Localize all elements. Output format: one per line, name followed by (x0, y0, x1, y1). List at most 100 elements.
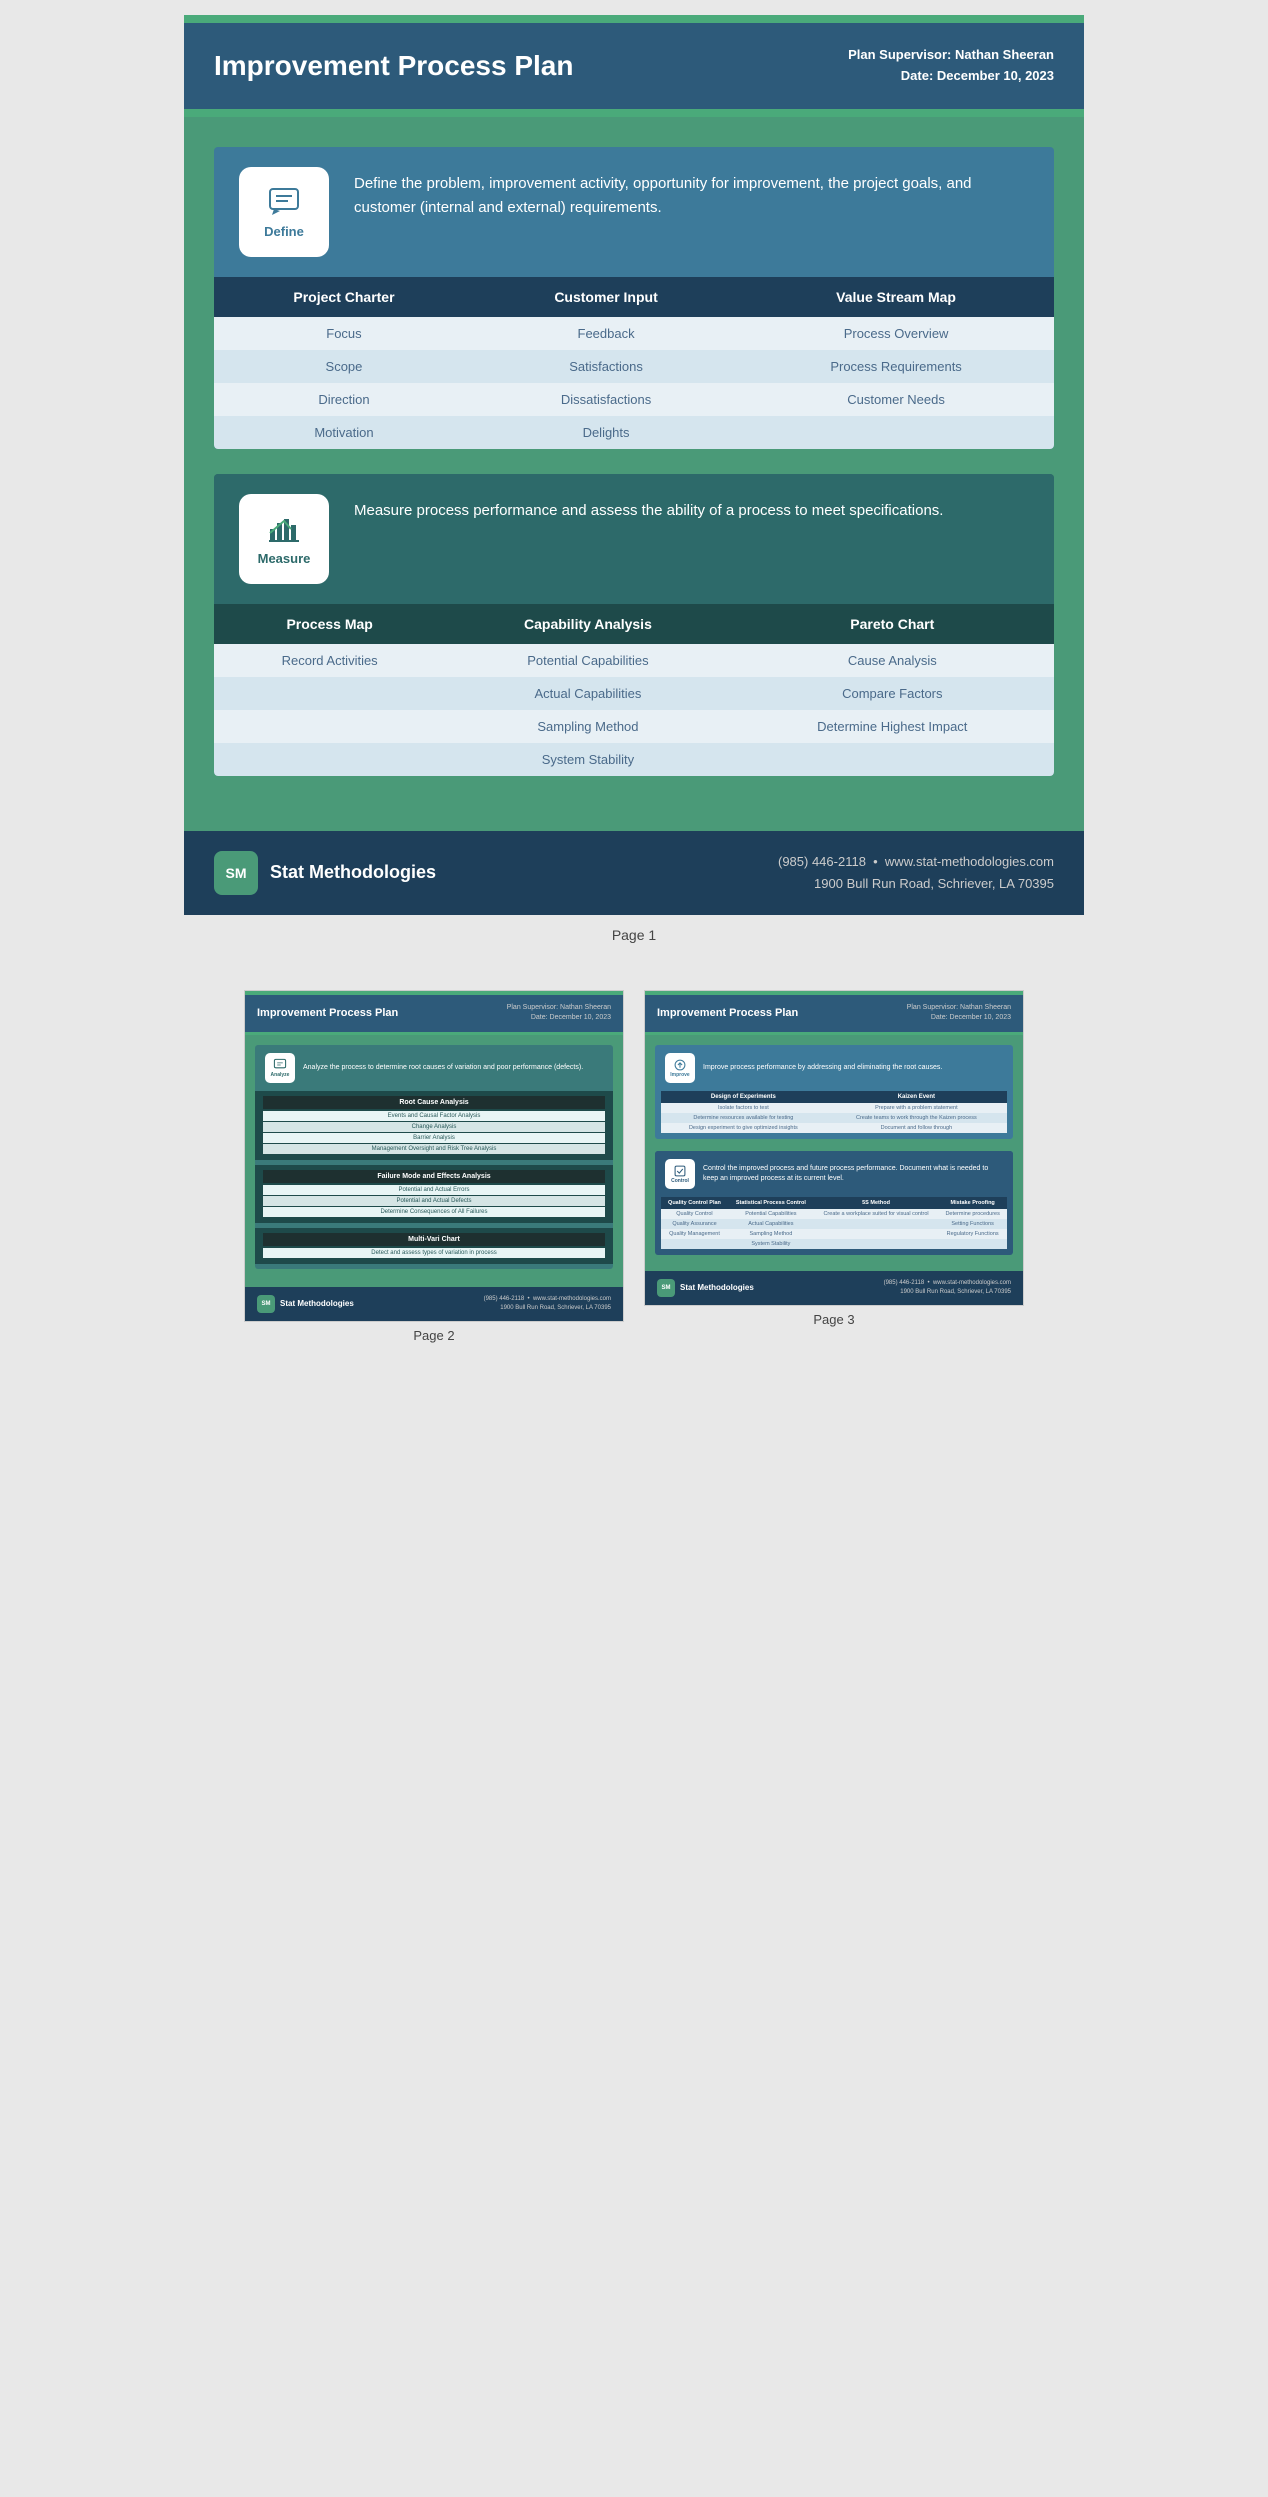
thumb2-brand: SM Stat Methodologies (257, 1295, 354, 1313)
measure-col-1: Process Map (214, 604, 445, 644)
table-row: System Stability (661, 1239, 1007, 1249)
thumb3-header: Improvement Process Plan Plan Supervisor… (645, 995, 1023, 1032)
cell (814, 1239, 939, 1249)
cell: Potential Capabilities (445, 644, 730, 677)
page1-outer: Improvement Process Plan Plan Supervisor… (0, 0, 1268, 970)
measure-description: Measure process performance and assess t… (354, 494, 943, 523)
cell: Potential Capabilities (728, 1209, 814, 1219)
cell: Cause Analysis (731, 644, 1054, 677)
improve-col-2: Kaizen Event (826, 1091, 1007, 1103)
fmea-row1: Potential and Actual Errors (263, 1185, 605, 1195)
page3-thumbnail: Improvement Process Plan Plan Supervisor… (644, 990, 1024, 1306)
improve-col-1: Design of Experiments (661, 1091, 826, 1103)
thumb2-supervisor-name: Nathan Sheeran (560, 1004, 611, 1011)
cell: Process Requirements (738, 350, 1054, 383)
cell: System Stability (728, 1239, 814, 1249)
cell: Actual Capabilities (728, 1219, 814, 1229)
cell (214, 710, 445, 743)
cell: System Stability (445, 743, 730, 776)
thumb3-title: Improvement Process Plan (657, 1007, 798, 1019)
table-row: Sampling Method Determine Highest Impact (214, 710, 1054, 743)
analyze-table-wrapper: Root Cause Analysis Events and Causal Fa… (255, 1091, 613, 1160)
table-row: Quality Management Sampling Method Regul… (661, 1229, 1007, 1239)
measure-section: Measure Measure process performance and … (214, 474, 1054, 776)
rca-row4: Management Oversight and Risk Tree Analy… (263, 1144, 605, 1154)
thumb3-supervisor-name: Nathan Sheeran (960, 1004, 1011, 1011)
define-col-3: Value Stream Map (738, 277, 1054, 317)
improve-thumb-desc: Improve process performance by addressin… (703, 1063, 942, 1073)
top-accent-bar (184, 15, 1084, 23)
thumb3-contact: (985) 446-2118 • www.stat-methodologies.… (884, 1279, 1011, 1297)
cell: Quality Management (661, 1229, 728, 1239)
rca-row3: Barrier Analysis (263, 1133, 605, 1143)
spacer (655, 1145, 1013, 1151)
control-table: Quality Control Plan Statistical Process… (661, 1197, 1007, 1249)
cell: Prepare with a problem statement (826, 1103, 1007, 1113)
cell: Quality Control (661, 1209, 728, 1219)
cell (214, 677, 445, 710)
define-col-1: Project Charter (214, 277, 474, 317)
thumb3-date: December 10, 2023 (950, 1014, 1011, 1021)
fmea-wrapper: Failure Mode and Effects Analysis Potent… (255, 1165, 613, 1223)
mvc-row1: Detect and assess types of variation in … (263, 1248, 605, 1258)
footer-brand: SM Stat Methodologies (214, 851, 436, 895)
header-meta: Plan Supervisor: Nathan Sheeran Date: De… (848, 45, 1054, 87)
cell: Dissatisfactions (474, 383, 738, 416)
define-col-2: Customer Input (474, 277, 738, 317)
measure-col-3: Pareto Chart (731, 604, 1054, 644)
cell: Satisfactions (474, 350, 738, 383)
improve-icon (673, 1058, 687, 1072)
control-col-3: 5S Method (814, 1197, 939, 1209)
control-col-2: Statistical Process Control (728, 1197, 814, 1209)
page2-label: Page 2 (413, 1328, 454, 1343)
thumb3-date-label: Date: (931, 1014, 948, 1021)
table-row: Focus Feedback Process Overview (214, 317, 1054, 350)
thumb2-footer: SM Stat Methodologies (985) 446-2118 • w… (245, 1287, 623, 1321)
cell: Record Activities (214, 644, 445, 677)
control-thumb-header: Control Control the improved process and… (655, 1151, 1013, 1197)
table-row: Record Activities Potential Capabilities… (214, 644, 1054, 677)
thumb2-meta: Plan Supervisor: Nathan Sheeran Date: De… (507, 1003, 611, 1024)
supervisor-label: Plan Supervisor: (848, 47, 951, 62)
thumb2-supervisor: Plan Supervisor: (507, 1004, 558, 1011)
thumb2-logo: SM (257, 1295, 275, 1313)
page1-container: Improvement Process Plan Plan Supervisor… (184, 15, 1084, 915)
date-value: December 10, 2023 (937, 68, 1054, 83)
cell: Scope (214, 350, 474, 383)
table-row: Determine resources available for testin… (661, 1113, 1007, 1123)
footer-website: www.stat-methodologies.com (885, 854, 1054, 869)
measure-table: Process Map Capability Analysis Pareto C… (214, 604, 1054, 776)
cell (938, 1239, 1007, 1249)
rca-row1: Events and Causal Factor Analysis (263, 1111, 605, 1121)
analyze-label: Analyze (271, 1072, 290, 1078)
measure-col-2: Capability Analysis (445, 604, 730, 644)
page-title: Improvement Process Plan (214, 50, 573, 82)
cell: Isolate factors to test (661, 1103, 826, 1113)
thumb3-website: www.stat-methodologies.com (933, 1280, 1011, 1286)
cell: Determine Highest Impact (731, 710, 1054, 743)
analyze-icon-box: Analyze (265, 1053, 295, 1083)
page1-footer: SM Stat Methodologies (985) 446-2118 • w… (184, 831, 1084, 915)
footer-contact: (985) 446-2118 • www.stat-methodologies.… (778, 851, 1054, 895)
improve-icon-box: Improve (665, 1053, 695, 1083)
improve-thumb-section: Improve Improve process performance by a… (655, 1045, 1013, 1139)
analyze-thumb-desc: Analyze the process to determine root ca… (303, 1063, 583, 1073)
define-header: Define Define the problem, improvement a… (214, 147, 1054, 277)
cell (661, 1239, 728, 1249)
bottom-accent-bar (184, 109, 1084, 117)
rca-title: Root Cause Analysis (263, 1096, 605, 1109)
table-row: System Stability (214, 743, 1054, 776)
cell: Design experiment to give optimized insi… (661, 1123, 826, 1133)
control-col-1: Quality Control Plan (661, 1197, 728, 1209)
control-thumb-desc: Control the improved process and future … (703, 1164, 1003, 1184)
define-description: Define the problem, improvement activity… (354, 167, 1029, 220)
cell: Motivation (214, 416, 474, 449)
mvc-wrapper: Multi-Vari Chart Detect and assess types… (255, 1228, 613, 1264)
cell: Process Overview (738, 317, 1054, 350)
analyze-thumb-section: Analyze Analyze the process to determine… (255, 1045, 613, 1269)
cell (214, 743, 445, 776)
table-row: Direction Dissatisfactions Customer Need… (214, 383, 1054, 416)
thumb2-website: www.stat-methodologies.com (533, 1296, 611, 1302)
footer-brand-name: Stat Methodologies (270, 862, 436, 883)
thumb3-footer: SM Stat Methodologies (985) 446-2118 • w… (645, 1271, 1023, 1305)
